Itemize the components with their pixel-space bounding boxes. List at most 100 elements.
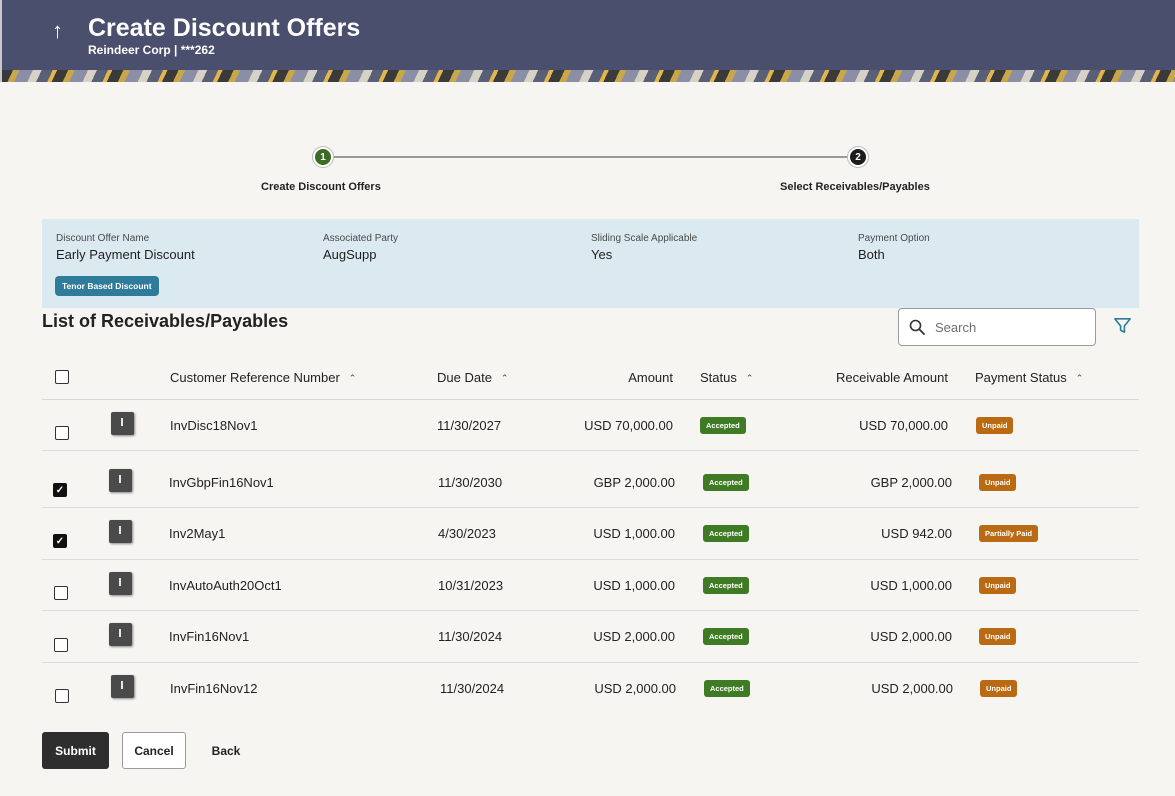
sort-icon[interactable]: ⌃︎ [501,373,509,384]
field-value: Early Payment Discount [56,247,195,262]
search-input[interactable] [935,319,1085,335]
field-value: Both [858,247,885,262]
due-date-cell: 11/30/2024 [438,629,503,644]
column-label: Customer Reference Number [170,370,340,385]
document-icon[interactable] [111,675,134,698]
field-value: Yes [591,247,613,262]
due-date-cell: 11/30/2030 [438,475,503,490]
status-badge: Accepted [703,577,749,594]
field-label: Sliding Scale Applicable [591,233,698,244]
column-label: Status [700,370,737,385]
document-icon[interactable] [109,572,132,595]
document-icon[interactable] [109,469,132,492]
customer-ref-cell: InvFin16Nov12 [170,681,258,696]
receivables-table: Customer Reference Number ⌃︎ Due Date ⌃︎ A… [42,357,1139,714]
back-button[interactable]: Back [205,732,247,769]
column-label: Due Date [437,370,492,385]
status-badge: Accepted [700,417,746,434]
document-icon[interactable] [109,623,132,646]
receivable-amount-cell: USD 1,000.00 [870,578,952,593]
table-row[interactable]: InvAutoAuth20Oct1 10/31/2023 USD 1,000.0… [42,560,1139,611]
sort-icon[interactable]: ⌃︎ [1076,373,1084,384]
customer-ref-cell: InvGbpFin16Nov1 [169,475,274,490]
column-header-receivable-amount: Receivable Amount [835,370,948,385]
column-label: Payment Status [975,370,1067,385]
receivable-amount-cell: USD 2,000.00 [870,629,952,644]
column-header-customer-ref[interactable]: Customer Reference Number ⌃︎ [170,370,356,385]
amount-cell: USD 70,000.00 [584,418,673,433]
sort-icon[interactable]: ⌃︎ [349,373,357,384]
column-header-status[interactable]: Status ⌃︎ [700,370,753,385]
row-checkbox[interactable] [54,586,68,600]
table-row[interactable]: InvDisc18Nov1 11/30/2027 USD 70,000.00 A… [42,400,1139,451]
column-header-amount: Amount [628,370,673,385]
summary-field-payment-option: Payment Option Both [858,233,930,262]
table-row[interactable]: ✓ InvGbpFin16Nov1 11/30/2030 GBP 2,000.0… [42,451,1139,508]
row-checkbox[interactable]: ✓ [53,483,67,497]
summary-field-offer-name: Discount Offer Name Early Payment Discou… [56,233,195,262]
field-label: Associated Party [323,233,399,244]
sort-icon[interactable]: ⌃︎ [746,373,754,384]
status-badge: Accepted [703,628,749,645]
row-checkbox[interactable] [55,689,69,703]
step-2-label: Select Receivables/Payables [780,181,930,193]
amount-cell: GBP 2,000.00 [593,475,675,490]
table-header-row: Customer Reference Number ⌃︎ Due Date ⌃︎ A… [42,357,1139,400]
summary-field-sliding-scale: Sliding Scale Applicable Yes [591,233,697,262]
document-icon[interactable] [111,412,134,435]
row-checkbox[interactable] [54,638,68,652]
table-row[interactable]: ✓ Inv2May1 4/30/2023 USD 1,000.00 Accept… [42,508,1139,560]
stepper-connector [323,156,858,158]
due-date-cell: 4/30/2023 [438,526,496,541]
page-title: Create Discount Offers [88,14,361,42]
page-header: ↑ Create Discount Offers Reindeer Corp |… [0,0,1175,82]
receivable-amount-cell: GBP 2,000.00 [870,475,952,490]
back-arrow-icon[interactable]: ↑ [52,18,63,44]
payment-status-badge: Unpaid [979,577,1017,594]
due-date-cell: 10/31/2023 [438,578,504,593]
field-label: Payment Option [858,233,930,244]
receivable-amount-cell: USD 2,000.00 [871,681,953,696]
search-box[interactable] [898,308,1096,346]
list-title: List of Receivables/Payables [42,311,289,331]
summary-field-associated-party: Associated Party AugSupp [323,233,398,262]
field-value: AugSupp [323,247,377,262]
column-header-payment-status[interactable]: Payment Status ⌃︎ [975,370,1083,385]
document-icon[interactable] [109,520,132,543]
table-row[interactable]: InvFin16Nov12 11/30/2024 USD 2,000.00 Ac… [42,663,1139,714]
customer-ref-cell: Inv2May1 [169,526,226,541]
payment-status-badge: Partially Paid [979,525,1039,542]
row-checkbox[interactable] [55,426,69,440]
payment-status-badge: Unpaid [979,474,1017,491]
tenor-based-discount-tag: Tenor Based Discount [55,276,159,296]
payment-status-badge: Unpaid [976,417,1014,434]
amount-cell: USD 1,000.00 [593,526,675,541]
row-checkbox[interactable]: ✓ [53,534,67,548]
column-header-due-date[interactable]: Due Date ⌃︎ [437,370,508,385]
submit-button[interactable]: Submit [42,732,109,769]
select-all-checkbox[interactable] [55,370,69,384]
step-2-indicator: 2 [848,147,868,167]
search-icon [909,319,925,335]
status-badge: Accepted [703,525,749,542]
payment-status-badge: Unpaid [979,628,1017,645]
table-row[interactable]: InvFin16Nov1 11/30/2024 USD 2,000.00 Acc… [42,611,1139,663]
page-subtitle: Reindeer Corp | ***262 [88,43,215,57]
cancel-button[interactable]: Cancel [122,732,186,769]
customer-ref-cell: InvDisc18Nov1 [170,418,258,433]
status-badge: Accepted [703,474,749,491]
payment-status-badge: Unpaid [980,680,1018,697]
step-1-indicator[interactable]: 1 [313,147,333,167]
customer-ref-cell: InvFin16Nov1 [169,629,250,644]
amount-cell: USD 2,000.00 [593,629,675,644]
step-1-label[interactable]: Create Discount Offers [261,181,381,193]
offer-summary-panel: Discount Offer Name Early Payment Discou… [42,219,1139,308]
due-date-cell: 11/30/2024 [440,681,505,696]
filter-icon[interactable] [1113,316,1132,335]
receivable-amount-cell: USD 942.00 [881,526,952,541]
progress-stepper: 1 2 Create Discount Offers Select Receiv… [0,140,1175,200]
due-date-cell: 11/30/2027 [437,418,502,433]
customer-ref-cell: InvAutoAuth20Oct1 [169,578,282,593]
amount-cell: USD 2,000.00 [594,681,676,696]
status-badge: Accepted [704,680,750,697]
